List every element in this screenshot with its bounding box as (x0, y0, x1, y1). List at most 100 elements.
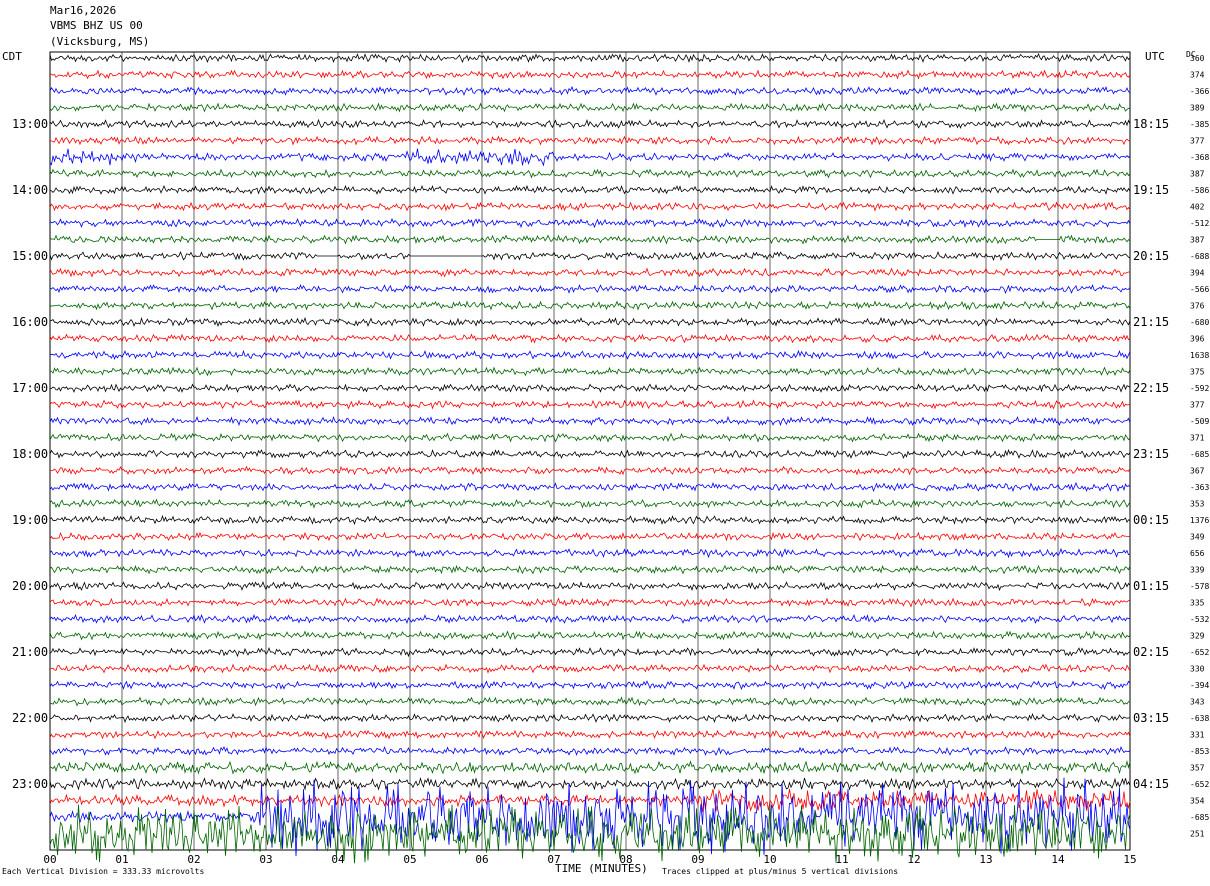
dc-offset-label: -363 (1190, 483, 1209, 492)
trace-row (49, 788, 1131, 813)
dc-offset-label: 387 (1190, 170, 1205, 179)
trace-row (49, 465, 1131, 476)
trace-row (49, 148, 1131, 167)
right-hour-label: 03:15 (1133, 711, 1169, 725)
right-hour-label: 22:15 (1133, 381, 1169, 395)
trace-row (49, 201, 1131, 212)
dc-offset-label: 656 (1190, 549, 1205, 558)
x-tick-label: 13 (979, 853, 992, 866)
trace-row (49, 531, 1131, 542)
trace-row (49, 333, 1131, 344)
trace-row (49, 481, 1131, 493)
dc-offset-label: 331 (1190, 731, 1205, 740)
dc-offset-label: -586 (1190, 186, 1209, 195)
left-hour-label: 20:00 (12, 579, 48, 593)
dc-offset-label: 335 (1190, 599, 1205, 608)
dc-offset-label: -532 (1190, 615, 1209, 624)
trace-row (49, 300, 1131, 311)
dc-offset-label: 330 (1190, 665, 1205, 674)
dc-offset-label: 339 (1190, 566, 1205, 575)
dc-offset-label: 251 (1190, 830, 1205, 839)
left-hour-label: 14:00 (12, 183, 48, 197)
trace-row (49, 745, 1131, 756)
dc-offset-label: 349 (1190, 533, 1205, 542)
trace-row (49, 777, 1131, 791)
left-hour-label: 17:00 (12, 381, 48, 395)
plot-frame (49, 51, 1131, 851)
trace-row (49, 448, 1131, 459)
trace-row (49, 498, 1131, 509)
x-tick-label: 14 (1051, 853, 1065, 866)
trace-row (49, 514, 1131, 526)
x-tick-label: 06 (475, 853, 488, 866)
dc-offset-label: 367 (1190, 467, 1205, 476)
dc-offset-label: -385 (1190, 120, 1209, 129)
dc-offset-label: 1638 (1190, 351, 1209, 360)
dc-offset-label: -368 (1190, 153, 1209, 162)
trace-row (49, 366, 1131, 377)
right-hour-label: 04:15 (1133, 777, 1169, 791)
trace-row (49, 564, 1131, 575)
dc-offset-label: -366 (1190, 87, 1209, 96)
trace-row (49, 52, 1131, 64)
right-hour-label: 18:15 (1133, 117, 1169, 131)
trace-row (49, 696, 1131, 707)
dc-offset-label: -652 (1190, 780, 1209, 789)
x-tick-label: 02 (187, 853, 200, 866)
seismogram-plot: 00 01 02 03 04 05 06 07 08 09 10 11 12 13 14 15360374-3… (12, 51, 1209, 866)
scale-note: Each Vertical Division = 333.33 microvol… (2, 867, 205, 876)
x-tick-label: 03 (259, 853, 272, 866)
left-hour-label: 13:00 (12, 117, 48, 131)
dc-offset-label: 402 (1190, 203, 1205, 212)
right-hour-label: 01:15 (1133, 579, 1169, 593)
dc-offset-label: -566 (1190, 285, 1209, 294)
dc-offset-label: 357 (1190, 764, 1205, 773)
left-hour-label: 15:00 (12, 249, 48, 263)
trace-row (49, 283, 1131, 294)
dc-offset-label: -685 (1190, 813, 1209, 822)
trace-row (49, 135, 1131, 146)
x-tick-label: 04 (331, 853, 345, 866)
trace-row (49, 85, 1131, 96)
dc-offset-label: 377 (1190, 137, 1205, 146)
trace-row (49, 250, 1131, 262)
trace-row (49, 383, 1131, 393)
dc-offset-label: 329 (1190, 632, 1205, 641)
trace-row (49, 712, 1131, 724)
left-hour-label: 19:00 (12, 513, 48, 527)
trace-row (49, 663, 1131, 674)
x-tick-label: 15 (1123, 853, 1136, 866)
dc-offset-label: -578 (1190, 582, 1209, 591)
right-hour-label: 00:15 (1133, 513, 1169, 527)
trace-row (49, 69, 1131, 80)
x-tick-label: 09 (691, 853, 704, 866)
trace-row (49, 316, 1131, 328)
dc-offset-label: 354 (1190, 797, 1205, 806)
right-hour-label: 19:15 (1133, 183, 1169, 197)
x-tick-label: 05 (403, 853, 416, 866)
dc-offset-label: -512 (1190, 219, 1209, 228)
dc-offset-label: -592 (1190, 384, 1209, 393)
trace-row (49, 102, 1131, 113)
left-hour-label: 23:00 (12, 777, 48, 791)
dc-offset-label: -853 (1190, 747, 1209, 756)
trace-row (49, 349, 1131, 361)
trace-row (49, 184, 1131, 195)
trace-row (49, 646, 1131, 658)
trace-row (49, 760, 1131, 775)
dc-offset-label: -394 (1190, 681, 1209, 690)
trace-row (49, 399, 1131, 410)
clip-note: Traces clipped at plus/minus 5 vertical … (662, 867, 899, 876)
x-tick-label: 00 (43, 853, 56, 866)
dc-offset-label: 374 (1190, 71, 1205, 80)
trace-row (49, 613, 1131, 624)
dc-offset-label: 387 (1190, 236, 1205, 245)
dc-offset-label: -638 (1190, 714, 1209, 723)
trace-row (49, 234, 1131, 245)
trace-row (49, 630, 1131, 641)
trace-row (49, 580, 1131, 592)
dc-offset-label: -509 (1190, 417, 1209, 426)
x-tick-label: 01 (115, 853, 128, 866)
dc-offset-label: 377 (1190, 401, 1205, 410)
dc-offset-label: 394 (1190, 269, 1205, 278)
